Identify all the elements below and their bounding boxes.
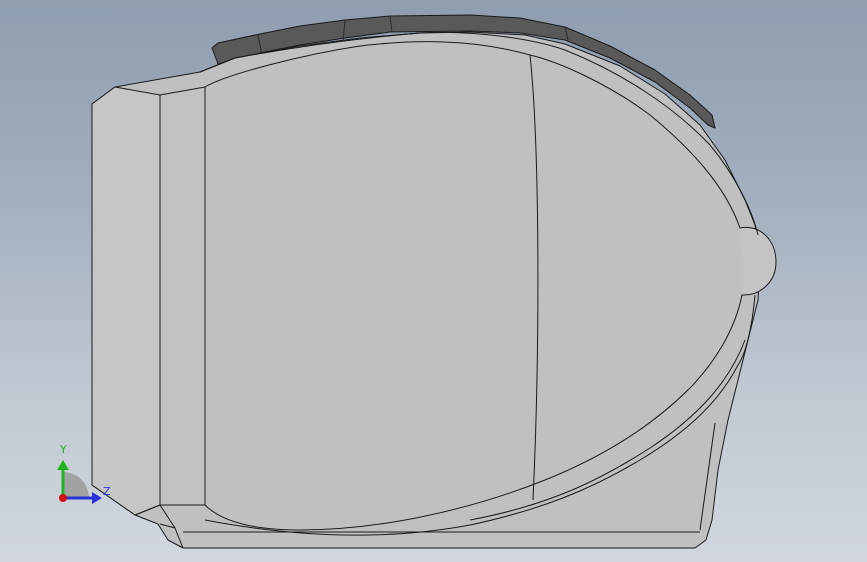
graphics-viewport[interactable]: Y Z: [0, 0, 867, 562]
y-axis-label: Y: [60, 443, 67, 456]
lock-button-bump: [739, 226, 777, 296]
left-bevel: [159, 86, 206, 506]
part-model[interactable]: [0, 0, 867, 562]
left-face: [91, 86, 161, 516]
z-axis-label: Z: [103, 485, 111, 498]
